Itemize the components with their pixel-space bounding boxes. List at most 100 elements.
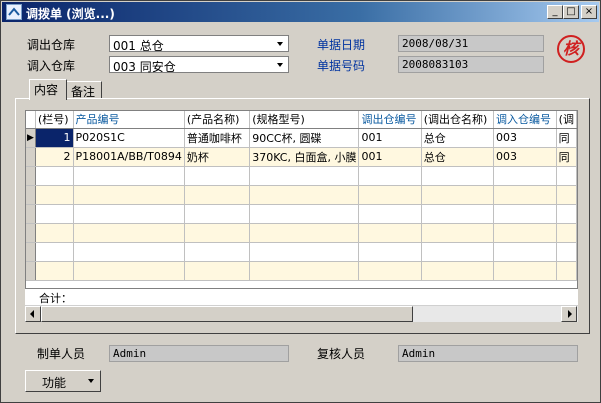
- empty-cell[interactable]: [493, 261, 557, 281]
- empty-cell[interactable]: [493, 185, 557, 205]
- empty-cell[interactable]: [35, 204, 74, 224]
- empty-cell[interactable]: [35, 261, 74, 281]
- out-warehouse-select[interactable]: 001 总仓: [109, 35, 289, 53]
- cell-out-wh-name[interactable]: 总仓: [421, 128, 495, 148]
- empty-cell[interactable]: [73, 242, 185, 262]
- minimize-button[interactable]: _: [547, 5, 563, 19]
- empty-cell[interactable]: [249, 242, 360, 262]
- empty-cell[interactable]: [184, 223, 251, 243]
- cell-in-wh-name[interactable]: 同: [556, 147, 577, 167]
- number-field: 2008083103: [398, 56, 544, 73]
- cell-out-wh-code[interactable]: 001: [358, 147, 422, 167]
- function-button-label: 功能: [42, 376, 67, 390]
- table-row[interactable]: [26, 204, 577, 224]
- empty-cell[interactable]: [73, 185, 185, 205]
- scroll-left-icon[interactable]: [25, 306, 41, 322]
- empty-cell[interactable]: [556, 166, 577, 186]
- table-row[interactable]: [26, 223, 577, 243]
- col-header-spec[interactable]: (规格型号): [249, 111, 360, 129]
- tab-content[interactable]: 内容: [29, 79, 67, 100]
- empty-cell[interactable]: [421, 223, 495, 243]
- empty-cell[interactable]: [493, 204, 557, 224]
- empty-cell[interactable]: [184, 204, 251, 224]
- cell-row-no[interactable]: 1: [35, 128, 74, 148]
- table-row[interactable]: [26, 166, 577, 186]
- col-header-in-wh-name[interactable]: (调: [556, 111, 577, 129]
- empty-cell[interactable]: [73, 166, 185, 186]
- empty-cell[interactable]: [358, 261, 422, 281]
- empty-cell[interactable]: [556, 204, 577, 224]
- in-warehouse-select[interactable]: 003 同安仓: [109, 56, 289, 74]
- table-row[interactable]: [26, 242, 577, 262]
- cell-in-wh-name[interactable]: 同: [556, 128, 577, 148]
- col-header-out-wh-name[interactable]: (调出仓名称): [421, 111, 495, 129]
- chevron-down-icon[interactable]: [273, 58, 287, 71]
- empty-cell[interactable]: [358, 166, 422, 186]
- empty-cell[interactable]: [184, 261, 251, 281]
- empty-cell[interactable]: [358, 242, 422, 262]
- empty-cell[interactable]: [249, 166, 360, 186]
- col-header-product-code[interactable]: 产品编号: [73, 111, 185, 129]
- empty-cell[interactable]: [421, 204, 495, 224]
- title-bar[interactable]: 调拨单 (浏览...) _ □ ×: [2, 2, 599, 22]
- in-warehouse-label: 调入仓库: [27, 59, 76, 73]
- row-indicator: [26, 261, 36, 281]
- cell-product-name[interactable]: 奶杯: [184, 147, 251, 167]
- cell-out-wh-name[interactable]: 总仓: [421, 147, 495, 167]
- col-header-out-wh-code[interactable]: 调出仓编号: [358, 111, 422, 129]
- out-warehouse-label: 调出仓库: [27, 38, 76, 52]
- empty-cell[interactable]: [35, 223, 74, 243]
- cell-in-wh-code[interactable]: 003: [493, 147, 557, 167]
- horizontal-scrollbar[interactable]: [25, 305, 578, 322]
- cell-product-code[interactable]: P18001A/BB/T0894: [73, 147, 185, 167]
- empty-cell[interactable]: [73, 261, 185, 281]
- col-header-row-no[interactable]: (栏号): [35, 111, 74, 129]
- cell-product-code[interactable]: P020S1C: [73, 128, 185, 148]
- empty-cell[interactable]: [73, 204, 185, 224]
- empty-cell[interactable]: [73, 223, 185, 243]
- chevron-down-icon[interactable]: [273, 37, 287, 50]
- empty-cell[interactable]: [556, 261, 577, 281]
- table-row[interactable]: [26, 261, 577, 281]
- table-row[interactable]: ▶ 1 P020S1C 普通咖啡杯 90CC杯, 圆碟 001 总仓 003 同: [26, 128, 577, 148]
- col-header-product-name[interactable]: (产品名称): [184, 111, 251, 129]
- empty-cell[interactable]: [35, 185, 74, 205]
- tab-notes[interactable]: 备注: [66, 81, 102, 99]
- empty-cell[interactable]: [358, 204, 422, 224]
- empty-cell[interactable]: [556, 185, 577, 205]
- table-row[interactable]: 2 P18001A/BB/T0894 奶杯 370KC, 白面盒, 小膜 001…: [26, 147, 577, 167]
- cell-product-name[interactable]: 普通咖啡杯: [184, 128, 251, 148]
- empty-cell[interactable]: [421, 242, 495, 262]
- empty-cell[interactable]: [35, 242, 74, 262]
- empty-cell[interactable]: [184, 166, 251, 186]
- empty-cell[interactable]: [358, 223, 422, 243]
- empty-cell[interactable]: [184, 185, 251, 205]
- empty-cell[interactable]: [421, 166, 495, 186]
- cell-spec[interactable]: 90CC杯, 圆碟: [249, 128, 360, 148]
- empty-cell[interactable]: [556, 223, 577, 243]
- empty-cell[interactable]: [421, 261, 495, 281]
- empty-cell[interactable]: [249, 223, 360, 243]
- empty-cell[interactable]: [493, 166, 557, 186]
- empty-cell[interactable]: [493, 242, 557, 262]
- close-button[interactable]: ×: [581, 5, 597, 19]
- cell-out-wh-code[interactable]: 001: [358, 128, 422, 148]
- empty-cell[interactable]: [249, 261, 360, 281]
- cell-in-wh-code[interactable]: 003: [493, 128, 557, 148]
- scroll-thumb[interactable]: [41, 306, 413, 322]
- empty-cell[interactable]: [249, 185, 360, 205]
- col-header-in-wh-code[interactable]: 调入仓编号: [493, 111, 557, 129]
- cell-spec[interactable]: 370KC, 白面盒, 小膜: [249, 147, 360, 167]
- maximize-button[interactable]: □: [563, 5, 579, 19]
- empty-cell[interactable]: [249, 204, 360, 224]
- empty-cell[interactable]: [556, 242, 577, 262]
- cell-row-no[interactable]: 2: [35, 147, 74, 167]
- table-row[interactable]: [26, 185, 577, 205]
- empty-cell[interactable]: [421, 185, 495, 205]
- empty-cell[interactable]: [358, 185, 422, 205]
- empty-cell[interactable]: [184, 242, 251, 262]
- scroll-right-icon[interactable]: [561, 306, 577, 322]
- function-menu-button[interactable]: 功能: [25, 370, 101, 392]
- empty-cell[interactable]: [493, 223, 557, 243]
- empty-cell[interactable]: [35, 166, 74, 186]
